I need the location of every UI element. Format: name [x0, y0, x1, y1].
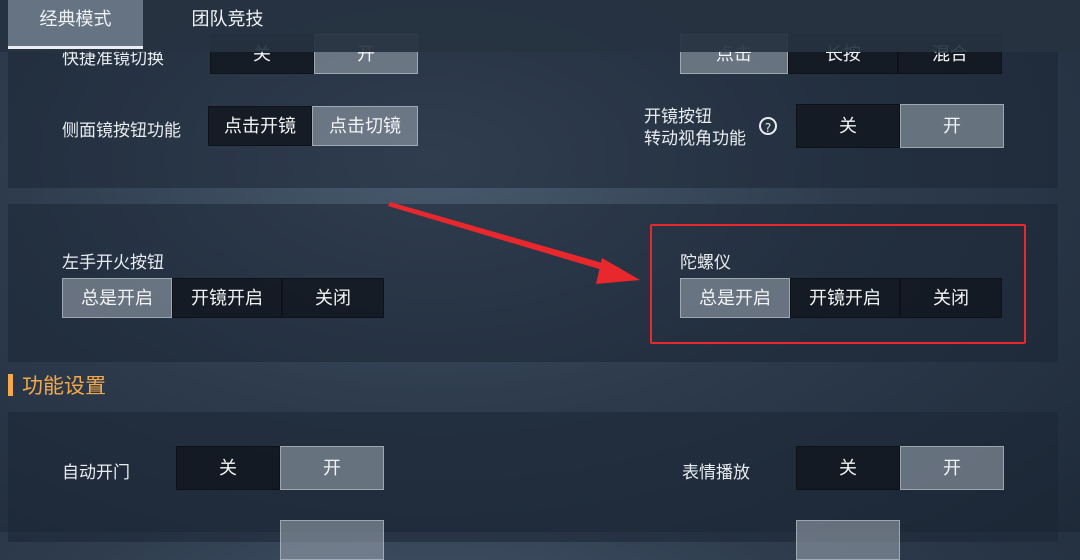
auto-door-toggle: 关 开 [176, 446, 384, 490]
emote-toggle: 关 开 [796, 446, 1004, 490]
clipped-row-button-right[interactable] [796, 520, 900, 560]
emote-on[interactable]: 开 [900, 446, 1004, 490]
auto-door-label: 自动开门 [62, 463, 130, 483]
section-accent-bar [8, 374, 13, 396]
emote-label: 表情播放 [682, 463, 750, 483]
section-title-function: 功能设置 [22, 374, 106, 398]
auto-door-off[interactable]: 关 [176, 446, 280, 490]
clipped-row-button[interactable] [280, 520, 384, 560]
emote-off[interactable]: 关 [796, 446, 900, 490]
auto-door-on[interactable]: 开 [280, 446, 384, 490]
